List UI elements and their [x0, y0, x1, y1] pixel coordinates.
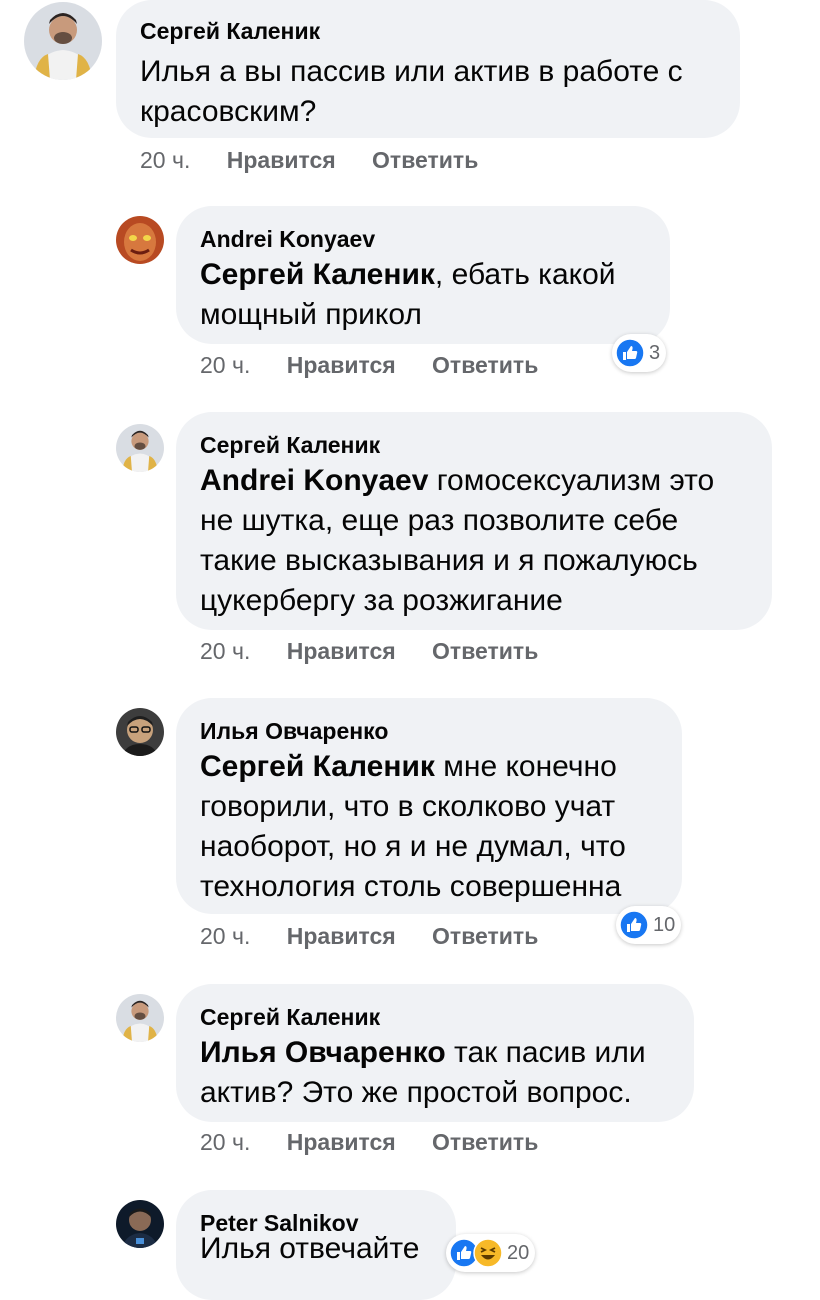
comment-text-line: Илья а вы пассив или актив в работе с — [140, 55, 683, 88]
comment-meta: 20 ч. Нравится Ответить — [200, 923, 538, 950]
comment-author[interactable]: Илья Овчаренко — [200, 718, 388, 745]
reaction-count: 10 — [653, 913, 676, 936]
reaction-count: 20 — [507, 1241, 530, 1264]
comment-text-line: мощный прикол — [200, 298, 422, 331]
avatar-sergey[interactable] — [116, 994, 164, 1042]
reply-button[interactable]: Ответить — [432, 1129, 538, 1156]
reply-button[interactable]: Ответить — [432, 352, 538, 379]
comment-mention[interactable]: Сергей Каленик — [200, 258, 435, 291]
comment-text-line: не шутка, еще раз позволите себе — [200, 504, 679, 537]
comment-text-line: так пасив или — [445, 1036, 646, 1069]
comment-text-line: мне конечно — [434, 750, 617, 783]
comment-text-line: гомосексуализм это — [428, 464, 715, 497]
reaction-summary[interactable]: 3 — [612, 334, 667, 372]
comment-text: Илья отвечайте — [200, 1229, 420, 1269]
avatar-ilya-icon — [116, 708, 164, 756]
reaction-count: 3 — [649, 341, 661, 364]
like-button[interactable]: Нравится — [227, 147, 336, 174]
comment-mention[interactable]: Andrei Konyaev — [200, 464, 428, 497]
comment-text-line: такие высказывания и я пожалуюсь — [200, 544, 698, 577]
comment-time[interactable]: 20 ч. — [200, 352, 250, 379]
comment-meta: 20 ч. Нравится Ответить — [140, 147, 478, 174]
comment-time[interactable]: 20 ч. — [200, 1129, 250, 1156]
comment-author[interactable]: Сергей Каленик — [200, 1004, 380, 1031]
comment-text-line: красовским? — [140, 95, 317, 128]
comment-text-line: цукербергу за розжигание — [200, 584, 563, 617]
reaction-summary[interactable]: 20 — [446, 1234, 536, 1272]
comment-text: Сергей Каленик, ебать какой мощный прико… — [200, 255, 616, 335]
comment-text-line: технология столь совершенна — [200, 870, 622, 903]
like-button[interactable]: Нравится — [287, 638, 396, 665]
comment-text: Илья а вы пассив или актив в работе с кр… — [140, 52, 683, 132]
like-button[interactable]: Нравится — [287, 352, 396, 379]
like-icon — [619, 910, 649, 940]
comment-time[interactable]: 20 ч. — [200, 638, 250, 665]
comment-bubble: Andrei Konyaev Сергей Каленик, ебать как… — [176, 206, 670, 344]
comment-bubble: Сергей Каленик Andrei Konyaev гомосексуа… — [176, 412, 772, 630]
avatar-andrei[interactable] — [116, 216, 164, 264]
reaction-summary[interactable]: 10 — [616, 906, 682, 944]
avatar-sergey[interactable] — [24, 2, 102, 80]
comment-text-line: , ебать какой — [434, 258, 616, 291]
comment-meta: 20 ч. Нравится Ответить — [200, 638, 538, 665]
avatar-sergey-icon — [116, 424, 164, 472]
comment-text-line: Илья отвечайте — [200, 1232, 420, 1265]
comment-text: Andrei Konyaev гомосексуализм это не шут… — [200, 461, 714, 621]
reply-button[interactable]: Ответить — [432, 638, 538, 665]
haha-icon — [473, 1238, 503, 1268]
comment-text-line: говорили, что в сколково учат — [200, 790, 616, 823]
comment-time[interactable]: 20 ч. — [140, 147, 190, 174]
comment-bubble: Сергей Каленик Илья Овчаренко так пасив … — [176, 984, 694, 1122]
avatar-andrei-icon — [116, 216, 164, 264]
avatar-sergey[interactable] — [116, 424, 164, 472]
comment-bubble: Peter Salnikov Илья отвечайте — [176, 1190, 456, 1300]
avatar-sergey-icon — [116, 994, 164, 1042]
comment-mention[interactable]: Илья Овчаренко — [200, 1036, 446, 1069]
like-button[interactable]: Нравится — [287, 1129, 396, 1156]
comment-time[interactable]: 20 ч. — [200, 923, 250, 950]
comment-author[interactable]: Сергей Каленик — [140, 18, 320, 45]
comment-meta: 20 ч. Нравится Ответить — [200, 1129, 538, 1156]
comment-text-line: актив? Это же простой вопрос. — [200, 1076, 632, 1109]
comment-mention[interactable]: Сергей Каленик — [200, 750, 435, 783]
avatar-sergey-icon — [24, 2, 102, 80]
like-button[interactable]: Нравится — [287, 923, 396, 950]
avatar-ilya[interactable] — [116, 708, 164, 756]
comment-author[interactable]: Andrei Konyaev — [200, 226, 375, 253]
comment-text-line: наоборот, но я и не думал, что — [200, 830, 626, 863]
avatar-peter-icon — [116, 1200, 164, 1248]
comment-meta: 20 ч. Нравится Ответить — [200, 352, 538, 379]
comment-text: Илья Овчаренко так пасив или актив? Это … — [200, 1033, 646, 1113]
comment-bubble: Илья Овчаренко Сергей Каленик мне конечн… — [176, 698, 682, 914]
avatar-peter[interactable] — [116, 1200, 164, 1248]
comment-text: Сергей Каленик мне конечно говорили, что… — [200, 747, 626, 907]
reply-button[interactable]: Ответить — [432, 923, 538, 950]
like-icon — [615, 338, 645, 368]
comment-author[interactable]: Сергей Каленик — [200, 432, 380, 459]
comment-bubble: Сергей Каленик Илья а вы пассив или акти… — [116, 0, 740, 138]
reply-button[interactable]: Ответить — [372, 147, 478, 174]
